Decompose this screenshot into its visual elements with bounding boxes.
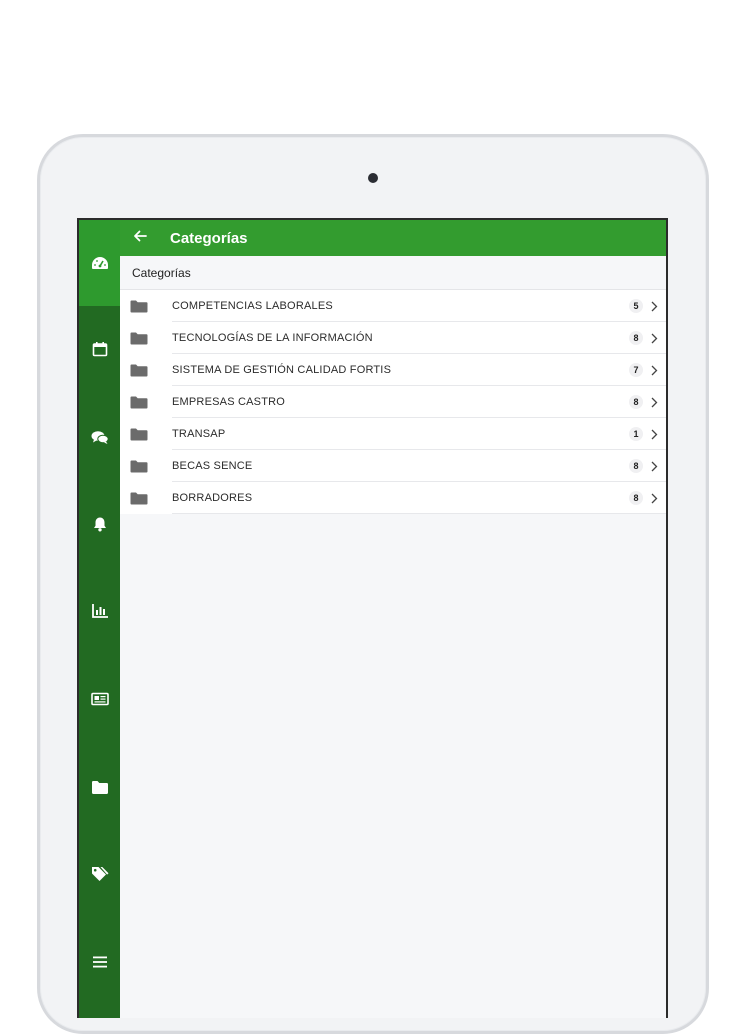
category-list: COMPETENCIAS LABORALES 5 TECNOLOGÍAS DE … — [120, 290, 666, 514]
count-badge: 8 — [629, 331, 643, 345]
camera-dot — [368, 173, 378, 183]
folder-icon — [120, 482, 172, 514]
category-name: BECAS SENCE — [172, 460, 253, 472]
sidebar-item-tags[interactable] — [79, 831, 120, 917]
dashboard-icon — [91, 256, 109, 270]
sidebar-item-reports[interactable] — [79, 568, 120, 654]
chevron-right-icon — [646, 322, 662, 354]
chevron-right-icon — [646, 354, 662, 386]
folder-icon — [120, 450, 172, 482]
chevron-right-icon — [646, 450, 662, 482]
tags-icon — [91, 866, 109, 882]
sidebar-item-chat[interactable] — [79, 394, 120, 480]
main-content: Categorías COMPETENCIAS LABORALES 5 TECN… — [120, 256, 666, 1018]
count-badge: 7 — [629, 363, 643, 377]
chevron-right-icon — [646, 482, 662, 514]
count-badge: 5 — [629, 299, 643, 313]
list-item[interactable]: COMPETENCIAS LABORALES 5 — [120, 290, 666, 322]
category-name: TECNOLOGÍAS DE LA INFORMACIÓN — [172, 332, 373, 344]
count-badge: 8 — [629, 459, 643, 473]
folder-icon — [120, 354, 172, 386]
chevron-right-icon — [646, 290, 662, 322]
sidebar-item-news[interactable] — [79, 656, 120, 742]
chevron-right-icon — [646, 418, 662, 450]
folder-icon — [120, 418, 172, 450]
app-bar: Categorías — [120, 220, 666, 256]
sidebar-item-calendar[interactable] — [79, 306, 120, 392]
sidebar-item-dashboard[interactable] — [79, 220, 120, 306]
news-icon — [90, 692, 109, 706]
count-badge: 8 — [629, 395, 643, 409]
count-badge: 1 — [629, 427, 643, 441]
list-item[interactable]: TECNOLOGÍAS DE LA INFORMACIÓN 8 — [120, 322, 666, 354]
category-name: EMPRESAS CASTRO — [172, 396, 286, 408]
category-name: TRANSAP — [172, 428, 226, 440]
list-item[interactable]: BORRADORES 8 — [120, 482, 666, 514]
chart-icon — [91, 603, 109, 619]
list-item[interactable]: BECAS SENCE 8 — [120, 450, 666, 482]
sidebar-item-folders[interactable] — [79, 744, 120, 830]
page-title: Categorías — [170, 229, 248, 247]
bell-icon — [92, 516, 108, 532]
calendar-icon — [92, 341, 108, 357]
menu-icon — [92, 955, 108, 969]
list-item[interactable]: TRANSAP 1 — [120, 418, 666, 450]
chat-icon — [91, 430, 109, 445]
folder-icon — [120, 290, 172, 322]
list-item[interactable]: SISTEMA DE GESTIÓN CALIDAD FORTIS 7 — [120, 354, 666, 386]
chevron-right-icon — [646, 386, 662, 418]
category-name: BORRADORES — [172, 492, 253, 504]
count-badge: 8 — [629, 491, 643, 505]
back-button[interactable] — [120, 220, 160, 256]
sidebar-item-notifications[interactable] — [79, 481, 120, 567]
folder-icon — [120, 386, 172, 418]
folder-icon — [91, 780, 109, 794]
sidebar-item-menu[interactable] — [79, 919, 120, 1005]
folder-icon — [120, 322, 172, 354]
sidebar — [79, 220, 120, 1018]
app-screen: Categorías Categorías COMPETENCIAS LABOR… — [77, 218, 668, 1018]
category-name: COMPETENCIAS LABORALES — [172, 300, 333, 312]
category-name: SISTEMA DE GESTIÓN CALIDAD FORTIS — [172, 364, 392, 376]
list-item[interactable]: EMPRESAS CASTRO 8 — [120, 386, 666, 418]
section-header: Categorías — [120, 256, 666, 290]
arrow-left-icon — [133, 229, 147, 247]
